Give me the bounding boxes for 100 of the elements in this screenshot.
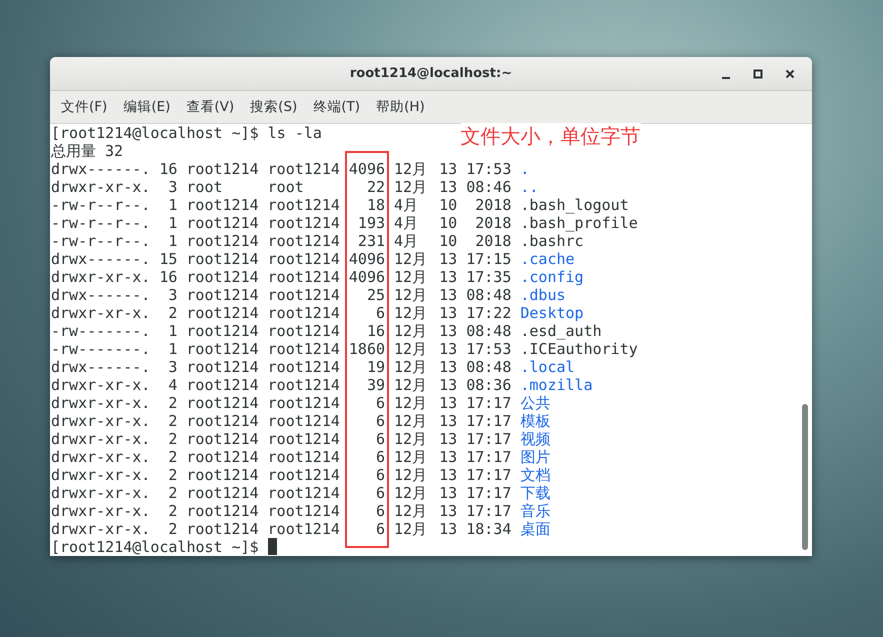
group-cell: root1214 [268,520,340,538]
links-cell-text: 2 [167,502,178,520]
owner-cell: root1214 [186,466,259,484]
filename-cell-text: .bash_profile [520,214,639,232]
group-cell: root1214 [268,232,340,250]
time-cell: 17:53 [466,340,512,358]
scrollbar-thumb[interactable] [802,404,808,550]
menu-item[interactable]: 查看(V) [179,94,242,120]
group-cell: root1214 [268,322,340,340]
month-cell-text: 12月 [394,178,428,196]
permissions-cell: -rw-r--r--. [51,196,150,214]
time-cell: 17:15 [466,250,512,268]
menu-item[interactable]: 文件(F) [54,94,114,120]
permissions-cell: -rw-r--r--. [51,232,150,250]
size-cell-text: 6 [374,412,386,430]
owner-cell: root1214 [186,214,259,232]
links-cell-text: 1 [167,322,178,340]
permissions-cell: drwxr-xr-x. [51,178,150,196]
time-cell: 17:17 [466,448,512,466]
day-cell: 13 [439,466,458,484]
annotation-text: 文件大小，单位字节 [460,123,641,149]
close-icon [785,68,795,78]
links-cell: 16 [159,268,178,286]
permissions-cell: drwx------. [51,358,150,376]
size-cell-text: 6 [374,430,386,448]
group-cell: root1214 [268,484,340,502]
month-cell-text: 12月 [394,394,428,412]
owner-cell: root1214 [186,286,259,304]
group-cell: root1214 [268,466,340,484]
filename-cell-text: 图片 [520,448,552,466]
time-cell: 17:17 [466,484,512,502]
links-cell-text: 1 [167,340,178,358]
menu-item[interactable]: 帮助(H) [369,94,432,120]
day-cell: 13 [439,520,458,538]
filename-cell-text: 文档 [520,466,552,484]
month-cell-text: 4月 [394,214,420,232]
time-cell: 08:48 [466,358,512,376]
links-cell-text: 2 [167,520,178,538]
owner-cell: root1214 [186,394,259,412]
menu-item[interactable]: 终端(T) [306,94,368,120]
filename-cell-text: .bashrc [520,232,585,250]
time-cell: 17:17 [466,466,512,484]
group-cell: root1214 [268,160,340,178]
day-cell: 13 [439,394,458,412]
owner-cell: root1214 [186,304,259,322]
month-cell-text: 12月 [394,340,428,358]
owner-cell: root1214 [186,268,259,286]
owner-cell: root1214 [186,250,259,268]
size-cell-text: 6 [374,484,386,502]
month-cell-text: 12月 [394,448,428,466]
time-cell: 17:17 [466,502,512,520]
permissions-cell: drwxr-xr-x. [51,502,150,520]
window-title: root1214@localhost:~ [350,66,512,81]
time-cell-text: 2018 [474,232,512,250]
group-cell: root1214 [268,340,340,358]
prompt-text: [root1214@localhost ~]$ [51,538,259,556]
group-cell: root1214 [268,502,340,520]
group-cell: root1214 [268,214,340,232]
links-cell: 16 [159,160,178,178]
menu-item[interactable]: 搜索(S) [243,94,304,120]
day-cell: 13 [439,484,458,502]
permissions-cell: -rw-------. [51,340,150,358]
menu-item[interactable]: 编辑(E) [116,94,178,120]
month-cell-text: 12月 [394,412,428,430]
links-cell-text: 1 [167,196,178,214]
permissions-cell: drwx------. [51,286,150,304]
permissions-cell: drwx------. [51,250,150,268]
month-cell-text: 12月 [394,430,428,448]
owner-cell: root1214 [186,430,259,448]
group-cell: root1214 [268,376,340,394]
day-cell: 13 [439,160,458,178]
filename-cell-text: .dbus [520,286,567,304]
day-cell: 13 [439,376,458,394]
size-cell-text: 22 [366,178,386,196]
time-cell-text: 2018 [474,196,512,214]
size-cell-text: 6 [374,448,386,466]
links-cell-text: 2 [167,304,178,322]
group-cell: root1214 [268,394,340,412]
filename-cell-text: 视频 [520,430,552,448]
filename-cell-text: 模板 [520,412,552,430]
group-cell: root1214 [268,250,340,268]
permissions-cell: -rw-r--r--. [51,214,150,232]
month-cell-text: 4月 [394,232,420,250]
time-cell: 08:46 [466,178,512,196]
day-cell: 13 [439,448,458,466]
permissions-cell: drwxr-xr-x. [51,484,150,502]
filename-cell-text: 桌面 [520,520,552,538]
links-cell-text: 2 [167,448,178,466]
links-cell-text: 2 [167,484,178,502]
total-text: 总用量 32 [51,142,124,160]
size-cell: 1860 [348,340,386,358]
command-text: ls -la [268,124,322,142]
day-cell: 13 [439,268,458,286]
month-cell-text: 12月 [394,304,428,322]
owner-cell: root1214 [186,502,259,520]
filename-cell-text: 下载 [520,484,552,502]
filename-cell-text: .. [520,178,540,196]
owner-cell: root1214 [186,376,259,394]
day-cell: 13 [439,412,458,430]
time-cell: 17:17 [466,412,512,430]
